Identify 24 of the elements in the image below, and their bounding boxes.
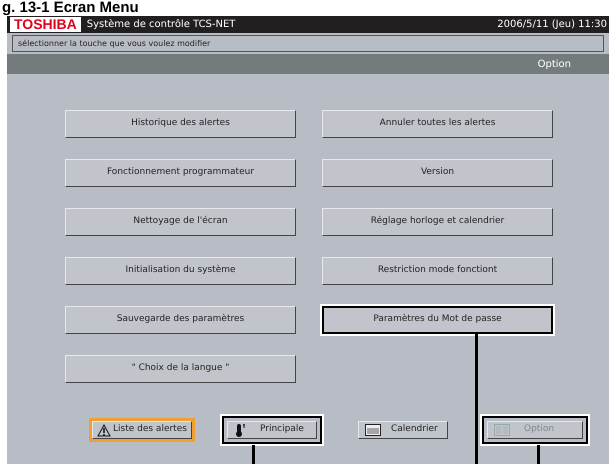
window-title: Système de contrôle TCS-NET xyxy=(86,18,236,32)
nav-button[interactable]: Liste des alertes xyxy=(92,421,192,439)
warning-icon xyxy=(97,424,111,436)
thermometer-icon xyxy=(234,423,248,437)
menu-button[interactable]: Paramètres du Mot de passe xyxy=(322,306,553,334)
figure-caption: g. 13-1 Ecran Menu xyxy=(2,0,139,16)
menu-button[interactable]: Réglage horloge et calendrier xyxy=(322,208,553,236)
menu-button[interactable]: Annuler toutes les alertes xyxy=(322,110,553,138)
menu-button[interactable]: Sauvegarde des paramètres xyxy=(65,306,296,334)
menu-button[interactable]: Fonctionnement programmateur xyxy=(65,159,296,187)
menu-button[interactable]: Historique des alertes xyxy=(65,110,296,138)
menu-button[interactable]: Initialisation du système xyxy=(65,257,296,285)
logo: TOSHIBA xyxy=(10,17,81,32)
menu-button[interactable]: " Choix de la langue " xyxy=(65,355,296,383)
nav-button[interactable]: Calendrier xyxy=(358,421,448,439)
section-title: Option xyxy=(538,58,571,72)
menu-button[interactable]: Nettoyage de l'écran xyxy=(65,208,296,236)
calendar-icon xyxy=(365,424,381,436)
date-time: 2006/5/11 (Jeu) 11:30 xyxy=(497,18,607,32)
menu-button[interactable]: Restriction mode fonctiont xyxy=(322,257,553,285)
list-icon xyxy=(494,424,510,436)
message-bar: sélectionner la touche que vous voulez modifier xyxy=(12,35,604,52)
menu-button[interactable]: Version xyxy=(322,159,553,187)
nav-button[interactable]: Principale xyxy=(227,421,317,439)
